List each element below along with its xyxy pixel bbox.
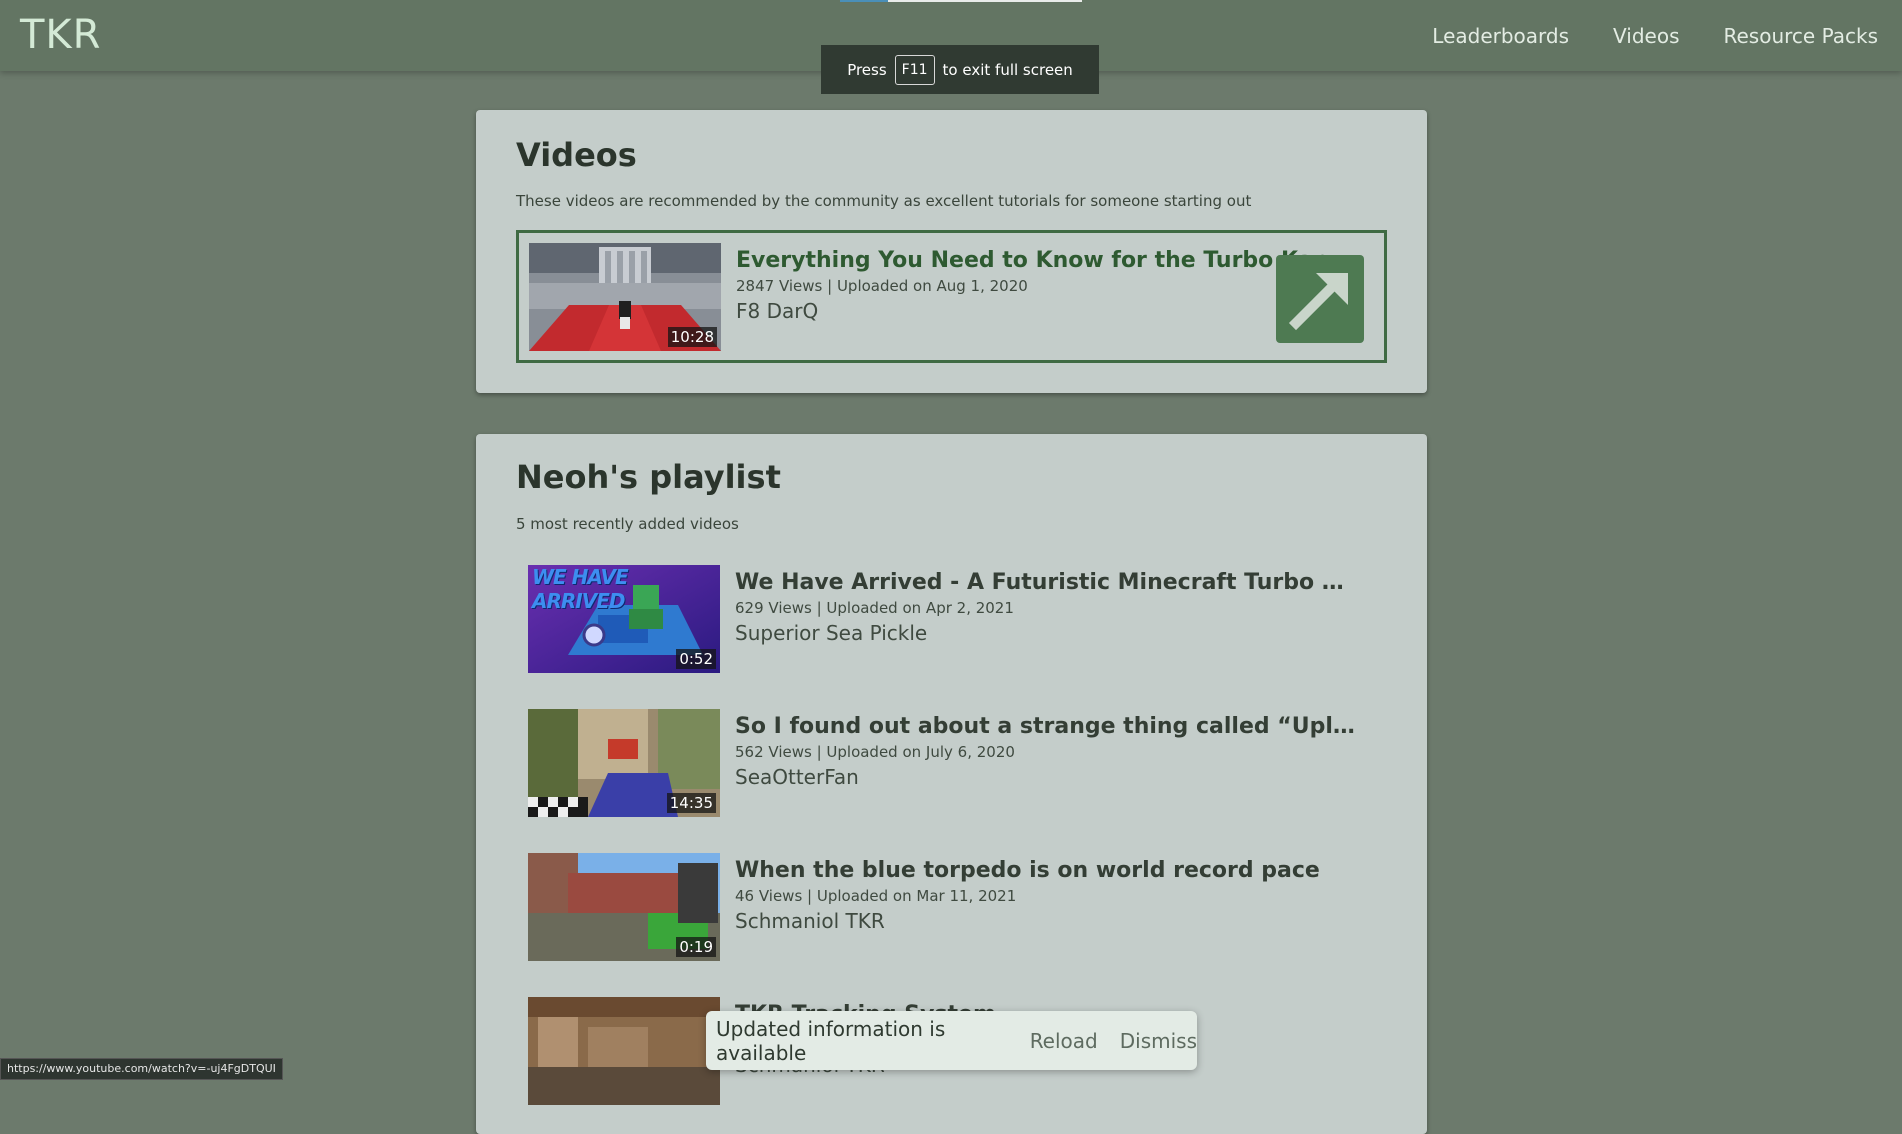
video-duration: 0:52 <box>676 649 716 669</box>
featured-video[interactable]: 10:28 Everything You Need to Know for th… <box>516 230 1387 363</box>
video-thumbnail[interactable]: 10:28 <box>529 243 721 351</box>
video-thumbnail[interactable]: 0:19 <box>528 853 720 961</box>
dismiss-button[interactable]: Dismiss <box>1120 1029 1197 1053</box>
nav-videos[interactable]: Videos <box>1613 24 1679 48</box>
update-available-toast: Updated information is available Reload … <box>706 1011 1197 1070</box>
browser-tab-strip <box>840 0 1082 2</box>
open-video-button[interactable] <box>1276 255 1364 343</box>
video-title[interactable]: When the blue torpedo is on world record… <box>735 858 1355 883</box>
main-nav: Leaderboards Videos Resource Packs <box>1432 24 1878 48</box>
playlist-subtitle: 5 most recently added videos <box>516 515 739 533</box>
videos-card: Videos These videos are recommended by t… <box>476 110 1427 393</box>
playlist-item[interactable]: 14:35 So I found out about a strange thi… <box>516 697 1387 830</box>
video-title[interactable]: Everything You Need to Know for the Turb… <box>736 248 1356 273</box>
video-channel: Superior Sea Pickle <box>735 621 927 645</box>
fullscreen-notice: Press F11 to exit full screen <box>821 45 1099 94</box>
playlist-heading: Neoh's playlist <box>516 458 781 496</box>
fullscreen-notice-prefix: Press <box>847 61 886 79</box>
update-message: Updated information is available <box>716 1017 1008 1065</box>
video-thumbnail[interactable]: 14:35 <box>528 709 720 817</box>
nav-leaderboards[interactable]: Leaderboards <box>1432 24 1569 48</box>
video-title[interactable]: We Have Arrived - A Futuristic Minecraft… <box>735 570 1355 595</box>
videos-heading: Videos <box>516 136 637 174</box>
thumbnail-text: WE HAVE ARRIVED <box>532 565 720 613</box>
video-duration: 10:28 <box>668 327 717 347</box>
playlist-item[interactable]: 0:19 When the blue torpedo is on world r… <box>516 841 1387 974</box>
f11-key: F11 <box>895 55 935 85</box>
external-link-arrow-icon <box>1276 255 1364 343</box>
video-meta: 629 Views | Uploaded on Apr 2, 2021 <box>735 599 1014 617</box>
video-thumbnail[interactable]: WE HAVE ARRIVED 0:52 <box>528 565 720 673</box>
video-meta: 562 Views | Uploaded on July 6, 2020 <box>735 743 1015 761</box>
reload-button[interactable]: Reload <box>1030 1029 1098 1053</box>
video-channel: SeaOtterFan <box>735 765 859 789</box>
video-channel: F8 DarQ <box>736 299 818 323</box>
video-thumbnail[interactable] <box>528 997 720 1105</box>
video-meta: 2847 Views | Uploaded on Aug 1, 2020 <box>736 277 1028 295</box>
video-duration: 14:35 <box>667 793 716 813</box>
playlist-item[interactable]: WE HAVE ARRIVED 0:52 We Have Arrived - A… <box>516 553 1387 686</box>
site-logo[interactable]: TKR <box>20 12 101 58</box>
video-meta: 46 Views | Uploaded on Mar 11, 2021 <box>735 887 1016 905</box>
videos-subtitle: These videos are recommended by the comm… <box>516 192 1251 210</box>
status-bar-url: https://www.youtube.com/watch?v=-uj4FgDT… <box>0 1058 283 1080</box>
fullscreen-notice-suffix: to exit full screen <box>943 61 1073 79</box>
video-duration: 0:19 <box>676 937 716 957</box>
video-channel: Schmaniol TKR <box>735 909 885 933</box>
nav-resource-packs[interactable]: Resource Packs <box>1724 24 1879 48</box>
video-title[interactable]: So I found out about a strange thing cal… <box>735 714 1355 739</box>
